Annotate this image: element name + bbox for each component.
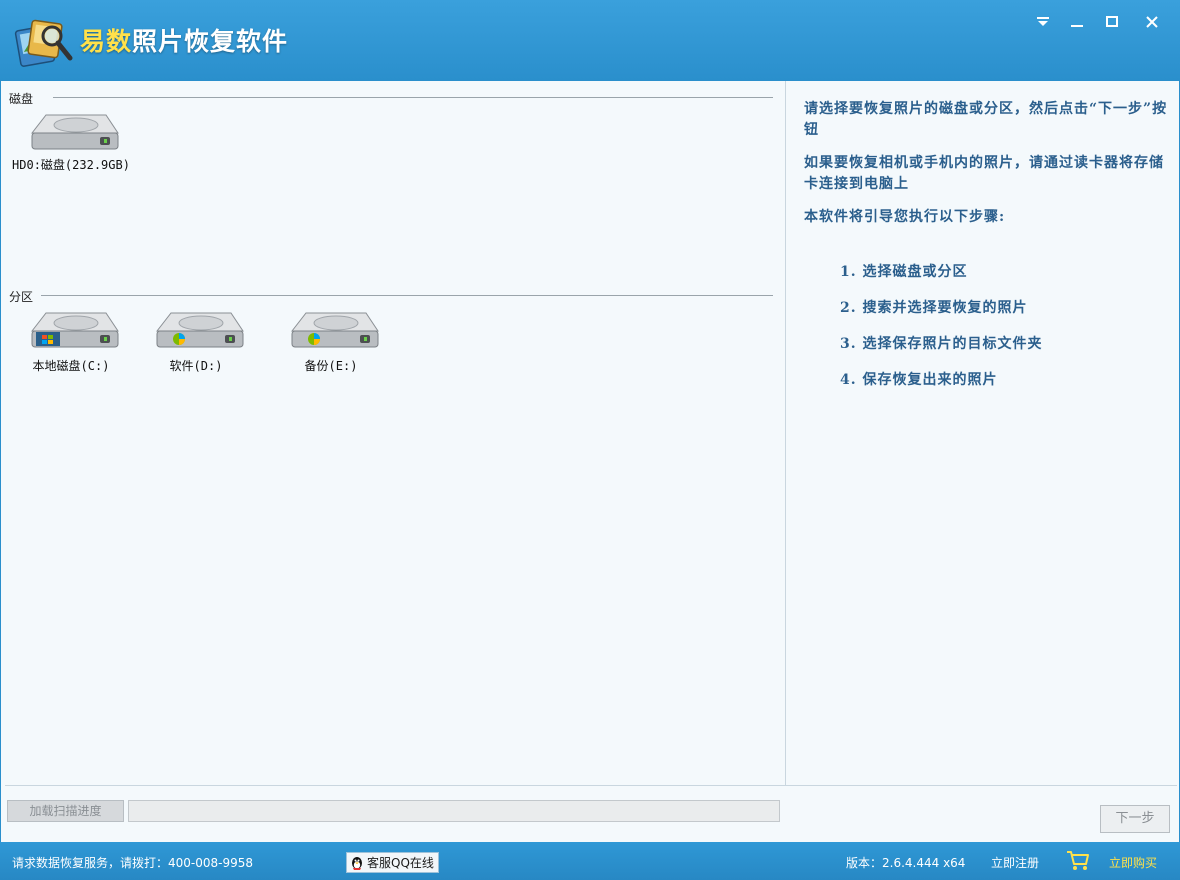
partition-section-divider [41,295,773,296]
bottom-divider [5,785,1177,786]
partition-drive-icon [290,312,379,348]
disk-item-hd0[interactable]: HD0:磁盘(232.9GB) [6,111,136,181]
title-bar: 易数照片恢复软件 [0,0,1180,81]
partition-item-e[interactable]: 备份(E:) [266,309,396,379]
app-title-product: 照片恢复软件 [132,27,289,56]
qq-support-label: 客服QQ在线 [367,856,434,870]
instruction-step-2: 2. 搜索并选择要恢复的照片 [840,300,1028,316]
minimize-icon [1071,25,1083,27]
menu-dropdown-button[interactable] [1030,10,1056,34]
status-bar: 请求数据恢复服务，请拨打：400-008-9958 客服QQ在线 版本：2.6.… [0,842,1180,880]
disk-section-label: 磁盘 [9,92,34,106]
instruction-paragraph-3: 本软件将引导您执行以下步骤: [804,209,1006,225]
partition-item-label: 软件(D:) [169,359,223,373]
close-icon [1146,16,1158,28]
load-scan-progress-button[interactable]: 加载扫描进度 [7,800,124,822]
instructions-pane: 请选择要恢复照片的磁盘或分区，然后点击“下一步”按钮 如果要恢复相机或手机内的照… [785,81,1179,785]
partition-item-label: 本地磁盘(C:) [32,359,110,373]
drive-selection-pane: 磁盘 HD0:磁盘(232.9GB) 分区 本地磁盘(C:) 软件(D:) 备份… [1,81,785,785]
instruction-step-3: 3. 选择保存照片的目标文件夹 [840,336,1043,352]
service-hotline-text: 请求数据恢复服务，请拨打：400-008-9958 [12,856,254,870]
system-drive-icon [30,312,119,348]
disk-section-divider [53,97,773,98]
close-button[interactable] [1139,10,1165,34]
scan-progress-bar [128,800,780,822]
qq-penguin-icon [352,856,362,870]
dropdown-icon [1037,17,1049,26]
maximize-button[interactable] [1099,10,1125,34]
buy-now-link[interactable]: 立即购买 [1109,854,1157,871]
partition-section-label: 分区 [9,290,34,304]
partition-item-d[interactable]: 软件(D:) [131,309,261,379]
version-text: 版本：2.6.4.444 x64 [846,856,966,870]
main-area: 磁盘 HD0:磁盘(232.9GB) 分区 本地磁盘(C:) 软件(D:) 备份… [0,81,1180,842]
register-link[interactable]: 立即注册 [991,854,1039,871]
app-logo-icon [14,14,76,70]
app-title-brand: 易数 [80,27,133,56]
qq-support-button[interactable]: 客服QQ在线 [346,852,439,873]
partition-drive-icon [155,312,244,348]
next-step-button[interactable]: 下一步 [1100,805,1170,833]
partition-item-c[interactable]: 本地磁盘(C:) [6,309,136,379]
app-title: 易数照片恢复软件 [80,22,288,58]
partition-item-label: 备份(E:) [304,359,358,373]
instruction-paragraph-2: 如果要恢复相机或手机内的照片，请通过读卡器将存储卡连接到电脑上 [804,155,1164,192]
instruction-paragraph-1: 请选择要恢复照片的磁盘或分区，然后点击“下一步”按钮 [804,101,1168,138]
shopping-cart-icon[interactable] [1066,850,1090,872]
hard-disk-icon [30,114,119,150]
maximize-icon [1106,16,1118,27]
disk-item-label: HD0:磁盘(232.9GB) [12,158,130,172]
instruction-step-1: 1. 选择磁盘或分区 [840,264,968,280]
minimize-button[interactable] [1064,10,1090,34]
instruction-step-4: 4. 保存恢复出来的照片 [840,372,998,388]
